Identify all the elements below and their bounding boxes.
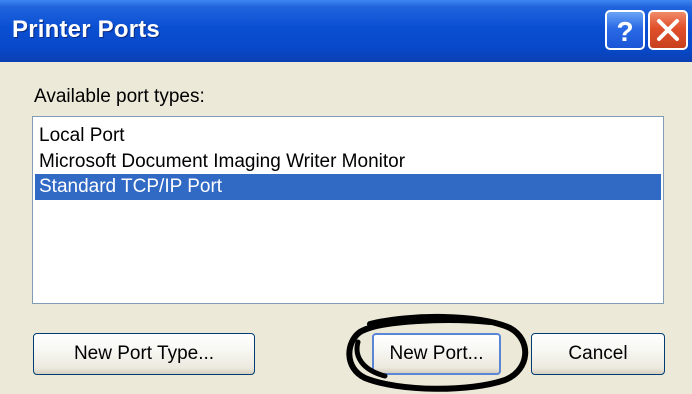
new-port-button[interactable]: New Port... [372, 333, 501, 375]
list-item-standard-tcpip-port[interactable]: Standard TCP/IP Port [35, 174, 661, 200]
close-icon [657, 19, 679, 41]
port-types-label: Available port types: [34, 86, 205, 107]
help-button[interactable]: ? [605, 10, 645, 50]
svg-text:?: ? [616, 16, 633, 47]
title-bar[interactable]: Printer Ports ? [0, 0, 692, 62]
new-port-type-button[interactable]: New Port Type... [33, 333, 255, 375]
cancel-button[interactable]: Cancel [531, 333, 665, 375]
list-item-document-imaging-writer[interactable]: Microsoft Document Imaging Writer Monito… [35, 149, 661, 175]
help-icon: ? [616, 16, 633, 47]
list-item-local-port[interactable]: Local Port [35, 123, 661, 149]
window-title: Printer Ports [12, 16, 160, 43]
close-button[interactable] [648, 10, 688, 50]
printer-ports-dialog: Printer Ports ? Available port types: Lo… [0, 0, 692, 394]
port-types-listbox[interactable]: Local Port Microsoft Document Imaging Wr… [32, 116, 664, 304]
